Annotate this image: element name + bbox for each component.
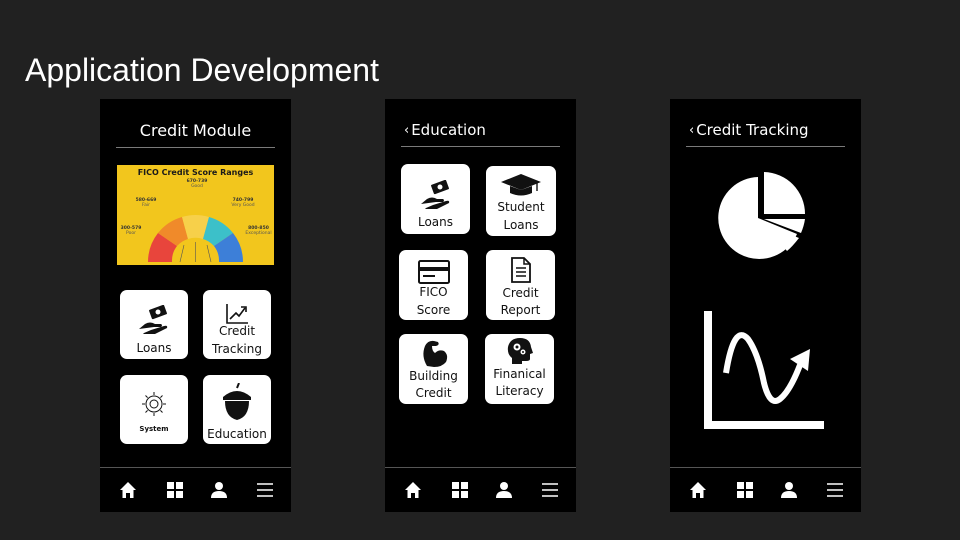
menu-icon[interactable] (541, 481, 559, 499)
bottom-nav (670, 467, 861, 512)
tile-label: Loans (417, 215, 454, 229)
phone-credit-tracking: ‹ Credit Tracking (670, 99, 861, 512)
home-icon[interactable] (689, 481, 707, 499)
money-hand-icon (420, 180, 449, 209)
phone-education: ‹ Education Loans Student Loans FICO Scor… (385, 99, 576, 512)
back-button[interactable]: ‹ (404, 123, 409, 138)
tile-label-line2: Credit (415, 386, 452, 400)
tile-label-line1: FICO (419, 285, 448, 299)
tile-label-line1: Student (497, 200, 545, 214)
grid-icon[interactable] (451, 481, 469, 499)
fico-banner-title: FICO Credit Score Ranges (137, 168, 254, 177)
grid-icon[interactable] (166, 481, 184, 499)
money-hand-icon (139, 305, 168, 334)
tile-student-loans[interactable]: Student Loans (486, 166, 556, 236)
screen-title: Credit Tracking (696, 121, 809, 139)
person-icon[interactable] (495, 481, 513, 499)
document-icon (510, 257, 531, 283)
graduation-cap-icon (501, 174, 541, 196)
home-icon[interactable] (119, 481, 137, 499)
tile-label-line2: Report (500, 303, 541, 317)
person-icon[interactable] (780, 481, 798, 499)
tile-loans[interactable]: Loans (401, 164, 470, 234)
screen-title: Credit Module (116, 121, 275, 148)
tile-building-credit[interactable]: Building Credit (399, 334, 468, 404)
tile-label-line2: Score (416, 303, 451, 317)
tile-label-line2: Literacy (495, 384, 544, 398)
tile-label-line1: Credit (218, 324, 256, 338)
tile-label-line2: Loans (503, 218, 539, 232)
tile-education[interactable]: Education (203, 375, 271, 444)
tile-system[interactable]: System (120, 375, 188, 444)
wave-chart-icon[interactable] (704, 309, 829, 429)
gear-icon (142, 392, 166, 416)
fico-range-poor: 300-579 Poor (120, 226, 142, 236)
home-icon[interactable] (404, 481, 422, 499)
tile-label: Education (207, 427, 267, 441)
fico-range-exceptional: 800-850 Exceptional (245, 226, 272, 236)
tile-fico-score[interactable]: FICO Score (399, 250, 468, 320)
tile-label: System (139, 425, 169, 433)
tile-label-line1: Finanical (493, 367, 546, 381)
acorn-icon (223, 383, 251, 420)
tile-label-line2: Tracking (212, 342, 262, 356)
tile-label-line1: Credit (502, 286, 539, 300)
person-icon[interactable] (210, 481, 228, 499)
grid-icon[interactable] (736, 481, 754, 499)
tile-label: Loans (136, 341, 172, 355)
screen-title: Education (411, 121, 486, 139)
muscle-icon (422, 340, 447, 367)
tile-credit-report[interactable]: Credit Report (486, 250, 555, 320)
tile-financial-literacy[interactable]: Finanical Literacy (485, 334, 554, 404)
tile-credit-tracking[interactable]: Credit Tracking (203, 290, 271, 359)
tile-loans[interactable]: Loans (120, 290, 188, 359)
fico-score-banner: FICO Credit Score Ranges 670-739 Good 580… (117, 165, 274, 265)
pie-chart-icon[interactable] (717, 171, 809, 259)
fico-range-good: 670-739 Good (186, 179, 208, 189)
fico-gauge (148, 215, 243, 263)
screen-header: ‹ Education (401, 121, 560, 147)
tile-label-line1: Building (409, 369, 458, 383)
phone-credit-module: Credit Module FICO Credit Score Ranges 6… (100, 99, 291, 512)
head-gears-icon (507, 338, 533, 364)
screen-header: ‹ Credit Tracking (686, 121, 845, 147)
bottom-nav (100, 467, 291, 512)
back-button[interactable]: ‹ (689, 123, 694, 138)
slide-title: Application Development (25, 52, 379, 88)
bottom-nav (385, 467, 576, 512)
menu-icon[interactable] (826, 481, 844, 499)
credit-card-icon (417, 260, 450, 284)
menu-icon[interactable] (256, 481, 274, 499)
